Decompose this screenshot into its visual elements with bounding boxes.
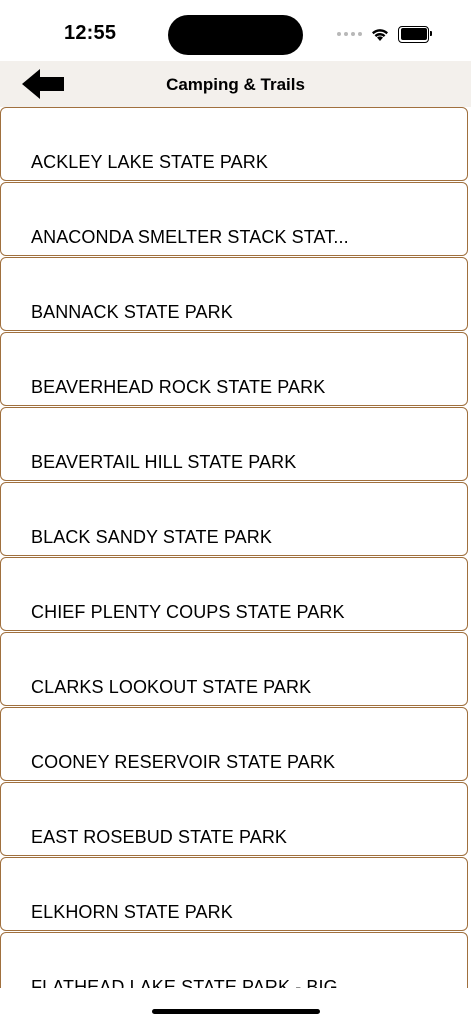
list-item[interactable]: BLACK SANDY STATE PARK <box>0 482 468 556</box>
page-title: Camping & Trails <box>166 75 305 94</box>
list-item-label: COONEY RESERVOIR STATE PARK <box>31 752 336 772</box>
wifi-icon <box>372 29 388 41</box>
list-item-label: BLACK SANDY STATE PARK <box>31 527 272 547</box>
list-item-label: FLATHEAD LAKE STATE PARK - BIG <box>31 977 338 988</box>
status-time: 12:55 <box>64 22 117 44</box>
list-item[interactable]: CLARKS LOOKOUT STATE PARK <box>0 632 468 706</box>
list-item-label: BEAVERHEAD ROCK STATE PARK <box>31 377 326 397</box>
list-item[interactable]: CHIEF PLENTY COUPS STATE PARK <box>0 557 468 631</box>
list-item-label: ANACONDA SMELTER STACK STAT... <box>31 227 349 247</box>
list-item-label: ACKLEY LAKE STATE PARK <box>31 152 268 172</box>
list-item[interactable]: ELKHORN STATE PARK <box>0 857 468 931</box>
list-item[interactable]: BANNACK STATE PARK <box>0 257 468 331</box>
cellular-signal-icon <box>337 32 362 36</box>
list-item[interactable]: BEAVERHEAD ROCK STATE PARK <box>0 332 468 406</box>
park-list[interactable]: ACKLEY LAKE STATE PARK ANACONDA SMELTER … <box>0 107 471 988</box>
list-item-label: CHIEF PLENTY COUPS STATE PARK <box>31 602 345 622</box>
home-indicator[interactable] <box>152 1009 320 1014</box>
list-item[interactable]: COONEY RESERVOIR STATE PARK <box>0 707 468 781</box>
list-item-label: CLARKS LOOKOUT STATE PARK <box>31 677 312 697</box>
list-item[interactable]: EAST ROSEBUD STATE PARK <box>0 782 468 856</box>
battery-icon <box>398 25 432 43</box>
list-item-label: ELKHORN STATE PARK <box>31 902 233 922</box>
list-item[interactable]: ACKLEY LAKE STATE PARK <box>0 107 468 181</box>
list-item-label: EAST ROSEBUD STATE PARK <box>31 827 288 847</box>
navigation-bar: Camping & Trails <box>0 61 471 107</box>
list-item[interactable]: BEAVERTAIL HILL STATE PARK <box>0 407 468 481</box>
status-icons <box>337 24 432 44</box>
list-item[interactable]: FLATHEAD LAKE STATE PARK - BIG <box>0 932 468 988</box>
status-bar: 12:55 <box>0 0 471 61</box>
dynamic-island <box>168 15 303 55</box>
list-item-label: BANNACK STATE PARK <box>31 302 233 322</box>
list-item[interactable]: ANACONDA SMELTER STACK STAT... <box>0 182 468 256</box>
list-item-label: BEAVERTAIL HILL STATE PARK <box>31 452 297 472</box>
